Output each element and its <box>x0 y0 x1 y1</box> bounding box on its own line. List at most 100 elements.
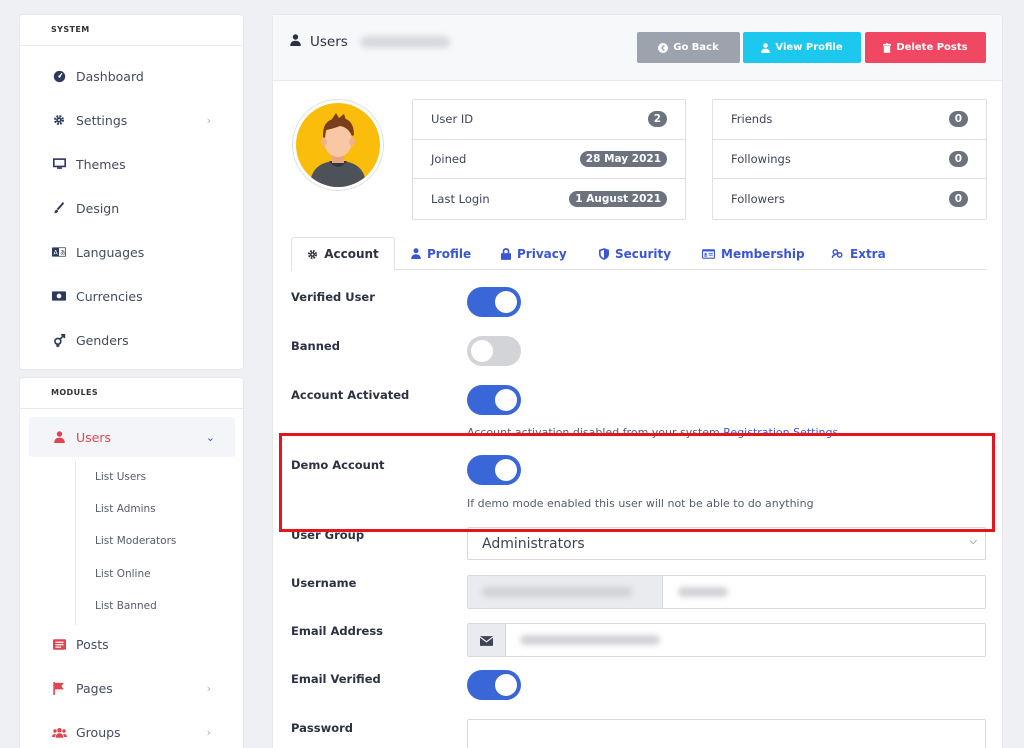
chevron-right-icon: › <box>206 725 211 739</box>
sidebar-item-label: Settings <box>76 112 128 128</box>
tab-privacy[interactable]: Privacy <box>501 237 567 270</box>
submenu-list-banned[interactable]: List Banned <box>75 595 157 617</box>
tab-account[interactable]: Account <box>291 237 395 271</box>
user-edit-card: Users Go Back View Profile Delete Posts <box>272 14 1003 748</box>
banned-label: Banned <box>291 339 340 353</box>
tab-extra[interactable]: Extra <box>831 237 886 270</box>
password-input[interactable] <box>467 719 986 748</box>
stat-badge: 2 <box>647 111 667 128</box>
dashboard-icon <box>51 68 67 84</box>
sidebar-item-label: Languages <box>76 244 145 260</box>
tab-membership[interactable]: Membership <box>702 237 805 270</box>
password-label: Password <box>291 721 353 735</box>
money-icon <box>51 288 67 304</box>
svg-text:A: A <box>54 249 59 256</box>
user-stats-right: Friends 0 Followings 0 Followers 0 <box>712 99 987 220</box>
tab-label: Profile <box>427 246 472 261</box>
blurred-username-value <box>678 587 728 597</box>
username-prefix <box>468 576 663 608</box>
sidebar-modules-card: MODULES Users ⌄ List Users List Admins L… <box>19 377 244 748</box>
sidebar-item-users[interactable]: Users ⌄ <box>29 417 235 457</box>
trash-icon <box>883 42 892 53</box>
svg-text:あ: あ <box>60 249 65 256</box>
user-group-select[interactable]: Administrators ⌵ <box>467 527 986 560</box>
card-header: Users Go Back View Profile Delete Posts <box>273 15 1002 81</box>
demo-account-help: If demo mode enabled this user will not … <box>467 497 814 510</box>
stat-followings: Followings 0 <box>713 140 986 179</box>
go-back-button[interactable]: Go Back <box>637 32 740 63</box>
toggle-knob <box>495 459 517 481</box>
monitor-icon <box>51 156 67 172</box>
sidebar-item-themes[interactable]: Themes <box>20 149 243 179</box>
registration-settings-link[interactable]: Registration Settings <box>723 426 838 439</box>
gear-icon <box>307 249 318 260</box>
sidebar-item-groups[interactable]: Groups › <box>20 717 243 747</box>
blurred-username <box>359 36 450 48</box>
email-verified-label: Email Verified <box>291 672 381 686</box>
submenu-list-online[interactable]: List Online <box>75 563 151 585</box>
sidebar-item-languages[interactable]: Aあ Languages <box>20 237 243 267</box>
tab-security[interactable]: Security <box>599 237 671 270</box>
flag-icon <box>51 680 67 696</box>
delete-posts-label: Delete Posts <box>896 42 968 53</box>
email-address-label: Email Address <box>291 624 384 638</box>
sidebar-item-dashboard[interactable]: Dashboard <box>20 61 243 91</box>
account-activation-help: Account activation disabled from your sy… <box>467 426 838 439</box>
stat-badge: 1 August 2021 <box>569 190 667 207</box>
stat-label: Joined <box>431 151 467 166</box>
view-profile-button[interactable]: View Profile <box>743 32 861 63</box>
user-icon <box>51 429 67 445</box>
user-icon <box>411 248 421 259</box>
chevron-down-icon: ⌄ <box>205 430 215 444</box>
submenu-list-admins[interactable]: List Admins <box>75 498 156 520</box>
sidebar-item-design[interactable]: Design <box>20 193 243 223</box>
demo-account-toggle[interactable] <box>467 455 521 485</box>
stat-last-login: Last Login 1 August 2021 <box>413 179 685 219</box>
sidebar-system-card: SYSTEM Dashboard Settings › Themes Desig… <box>19 14 244 370</box>
id-card-icon <box>702 248 715 259</box>
banned-toggle[interactable] <box>467 336 521 366</box>
email-verified-toggle[interactable] <box>467 670 521 700</box>
account-activated-toggle[interactable] <box>467 385 521 415</box>
page-title: Users <box>290 34 450 50</box>
submenu-list-moderators[interactable]: List Moderators <box>75 530 176 552</box>
language-icon: Aあ <box>51 244 67 260</box>
sidebar-item-settings[interactable]: Settings › <box>20 105 243 135</box>
chevron-down-icon: ⌵ <box>969 536 977 547</box>
sidebar-modules-header: MODULES <box>20 378 243 409</box>
sidebar-item-genders[interactable]: Genders <box>20 325 243 355</box>
username-input[interactable] <box>467 575 986 609</box>
user-group-value: Administrators <box>482 536 585 552</box>
sidebar-item-pages[interactable]: Pages › <box>20 673 243 703</box>
verified-user-toggle[interactable] <box>467 287 521 317</box>
sidebar-item-label: Posts <box>76 636 109 652</box>
user-stats-left: User ID 2 Joined 28 May 2021 Last Login … <box>412 99 686 220</box>
arrow-left-circle-icon <box>658 42 669 53</box>
stat-label: User ID <box>431 112 474 127</box>
verified-user-label: Verified User <box>291 290 375 304</box>
toggle-knob <box>471 340 493 362</box>
tab-label: Privacy <box>517 246 567 261</box>
user-icon <box>290 34 301 50</box>
email-input[interactable] <box>467 623 986 657</box>
shield-icon <box>599 247 609 260</box>
stat-badge: 28 May 2021 <box>579 150 667 167</box>
stat-joined: Joined 28 May 2021 <box>413 140 685 179</box>
delete-posts-button[interactable]: Delete Posts <box>865 32 986 63</box>
envelope-icon <box>479 631 494 650</box>
go-back-label: Go Back <box>673 42 719 53</box>
link-icon <box>831 248 844 259</box>
sidebar-item-posts[interactable]: Posts <box>20 629 243 659</box>
sidebar-item-currencies[interactable]: Currencies <box>20 281 243 311</box>
stat-friends: Friends 0 <box>713 100 986 140</box>
newspaper-icon <box>51 636 67 652</box>
tab-label: Security <box>615 246 672 261</box>
tab-profile[interactable]: Profile <box>411 237 471 270</box>
stat-label: Followings <box>731 151 791 166</box>
submenu-list-users[interactable]: List Users <box>75 466 146 488</box>
stat-badge: 0 <box>948 150 968 167</box>
sidebar-item-label: Groups <box>76 724 121 740</box>
stat-followers: Followers 0 <box>713 179 986 219</box>
tab-label: Membership <box>721 246 805 261</box>
chevron-right-icon: › <box>206 681 211 695</box>
